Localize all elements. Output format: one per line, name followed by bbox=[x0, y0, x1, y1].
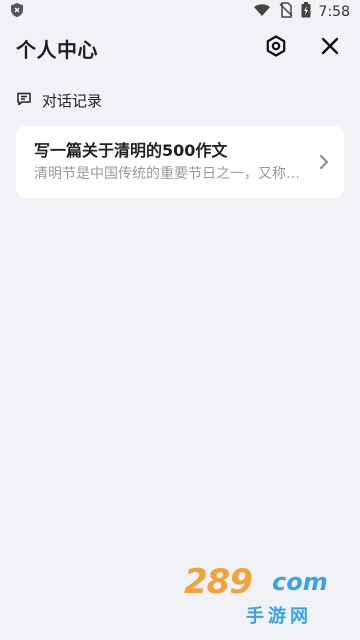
watermark-text: 手游网 bbox=[246, 606, 312, 627]
conversation-card[interactable]: 写一篇关于清明的500作文 清明节是中国传统的重要节日之一，又称… bbox=[16, 126, 344, 198]
status-right: 7:58 bbox=[253, 2, 350, 22]
wifi-icon bbox=[253, 3, 271, 21]
chat-bubble-icon bbox=[16, 91, 32, 111]
status-left bbox=[10, 2, 24, 22]
settings-button[interactable] bbox=[262, 34, 290, 62]
watermark-domain: com bbox=[272, 568, 328, 596]
no-sim-icon bbox=[279, 2, 293, 22]
close-icon bbox=[320, 36, 340, 60]
conversation-title: 写一篇关于清明的500作文 bbox=[34, 141, 228, 160]
page-title: 个人中心 bbox=[16, 37, 98, 62]
header-actions bbox=[262, 34, 344, 62]
header: 个人中心 bbox=[0, 24, 360, 72]
battery-charging-icon bbox=[301, 2, 311, 22]
settings-hexagon-icon bbox=[264, 34, 288, 62]
conversation-preview: 清明节是中国传统的重要节日之一，又称… bbox=[34, 166, 300, 182]
watermark-number: 289 bbox=[184, 562, 253, 602]
close-button[interactable] bbox=[316, 34, 344, 62]
status-time: 7:58 bbox=[318, 4, 350, 20]
watermark-logo: 289 com 手游网 bbox=[184, 562, 352, 632]
status-bar: 7:58 bbox=[0, 0, 360, 24]
shield-icon bbox=[10, 2, 24, 22]
history-section-label: 对话记录 bbox=[42, 92, 103, 110]
history-section-header: 对话记录 bbox=[16, 90, 102, 111]
chevron-right-icon bbox=[316, 152, 332, 172]
